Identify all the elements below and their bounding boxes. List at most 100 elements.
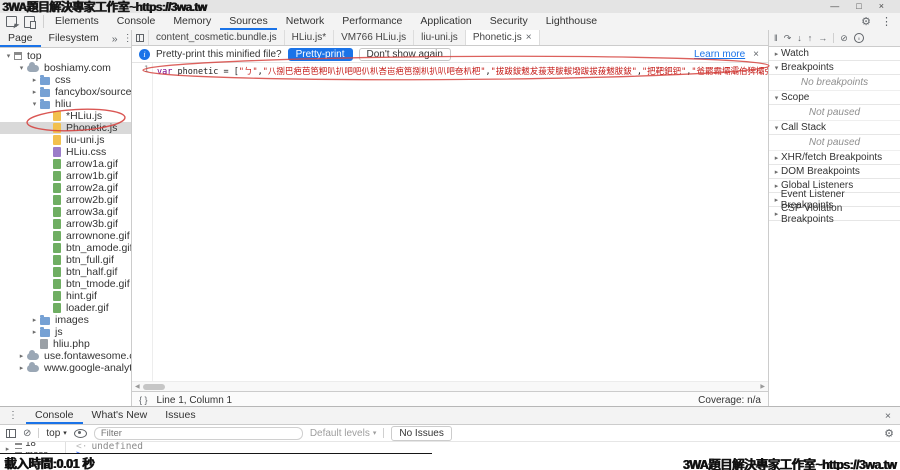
expander-icon[interactable]: ▸ xyxy=(17,364,26,372)
settings-gear-icon[interactable]: ⚙ xyxy=(861,15,871,28)
main-tab-security[interactable]: Security xyxy=(481,13,537,30)
tree-item-www-google-analytics-com[interactable]: ▸www.google-analytics.com xyxy=(0,362,131,374)
deactivate-breakpoints-icon[interactable]: ⊘ xyxy=(840,34,848,43)
log-levels-selector[interactable]: Default levels ▾ xyxy=(310,428,377,439)
editor-tab-phonetic-js[interactable]: Phonetic.js× xyxy=(466,30,540,45)
no-issues-badge[interactable]: No Issues xyxy=(391,426,451,441)
debugger-section-dom-breakpoints[interactable]: ▸DOM Breakpoints xyxy=(769,165,900,179)
kebab-menu-icon[interactable]: ⋮ xyxy=(881,15,892,28)
tree-item-arrow1a-gif[interactable]: arrow1a.gif xyxy=(0,158,131,170)
tree-item-arrow3a-gif[interactable]: arrow3a.gif xyxy=(0,206,131,218)
console-filter-input[interactable] xyxy=(94,427,303,440)
infobar-close-icon[interactable]: × xyxy=(751,49,761,60)
tree-item-btn-half-gif[interactable]: btn_half.gif xyxy=(0,266,131,278)
tree-item-arrow1b-gif[interactable]: arrow1b.gif xyxy=(0,170,131,182)
dont-show-again-button[interactable]: Don't show again xyxy=(359,48,451,61)
sidebar-tab-filesystem[interactable]: Filesystem xyxy=(41,30,107,47)
tree-item-arrow2a-gif[interactable]: arrow2a.gif xyxy=(0,182,131,194)
tree-item-fancybox-source[interactable]: ▸fancybox/source xyxy=(0,86,131,98)
editor-tab-vm766-hliu-js[interactable]: VM766 HLiu.js xyxy=(334,30,414,45)
pretty-print-braces-icon[interactable]: { } xyxy=(139,395,148,405)
tree-item-hliu-php[interactable]: hliu.php xyxy=(0,338,131,350)
step-icon[interactable]: → xyxy=(818,34,827,43)
tree-item-hliu-css[interactable]: HLiu.css xyxy=(0,146,131,158)
toggle-navigator-icon[interactable] xyxy=(132,30,149,45)
debugger-section-xhr-fetch-breakpoints[interactable]: ▸XHR/fetch Breakpoints xyxy=(769,151,900,165)
device-toolbar-icon[interactable] xyxy=(24,16,35,28)
pause-script-icon[interactable]: ‖ xyxy=(774,34,778,43)
tree-item-phonetic-js[interactable]: Phonetic.js xyxy=(0,122,131,134)
close-tab-icon[interactable]: × xyxy=(526,32,532,43)
minimize-button[interactable]: — xyxy=(830,2,839,11)
main-tab-console[interactable]: Console xyxy=(108,13,165,30)
main-tab-network[interactable]: Network xyxy=(277,13,334,30)
close-button[interactable]: × xyxy=(879,2,884,11)
code-area[interactable]: 1 var phonetic = ["ㄅ","八捌巴疤芭笆粑叭扒吧吧仈朳峇岜疤笆… xyxy=(132,63,768,381)
drawer-kebab-icon[interactable]: ⋮ xyxy=(0,407,26,424)
tree-item-images[interactable]: ▸images xyxy=(0,314,131,326)
learn-more-link[interactable]: Learn more xyxy=(694,49,745,60)
scroll-right-icon[interactable]: ▶ xyxy=(757,383,768,390)
expander-icon[interactable]: ▸ xyxy=(30,76,39,84)
tree-item-liu-uni-js[interactable]: liu-uni.js xyxy=(0,134,131,146)
debugger-section-breakpoints[interactable]: ▾Breakpoints xyxy=(769,61,900,75)
expander-icon[interactable]: ▾ xyxy=(30,100,39,108)
drawer-close-icon[interactable]: × xyxy=(876,407,900,424)
expander-icon[interactable]: ▸ xyxy=(30,88,39,96)
tree-item-hint-gif[interactable]: hint.gif xyxy=(0,290,131,302)
debugger-section-call-stack[interactable]: ▾Call Stack xyxy=(769,121,900,135)
main-tab-lighthouse[interactable]: Lighthouse xyxy=(537,13,606,30)
inspect-element-icon[interactable] xyxy=(6,16,17,27)
drawer-tab-issues[interactable]: Issues xyxy=(156,407,204,424)
context-selector[interactable]: top ▾ xyxy=(46,428,66,439)
drawer-tab-what-s-new[interactable]: What's New xyxy=(83,407,157,424)
main-tab-sources[interactable]: Sources xyxy=(220,13,277,30)
expander-icon[interactable]: ▸ xyxy=(30,328,39,336)
tree-item-arrownone-gif[interactable]: arrownone.gif xyxy=(0,230,131,242)
tree-item-btn-full-gif[interactable]: btn_full.gif xyxy=(0,254,131,266)
debugger-section-watch[interactable]: ▸Watch xyxy=(769,47,900,61)
expander-icon[interactable]: ▸ xyxy=(17,352,26,360)
tree-item-loader-gif[interactable]: loader.gif xyxy=(0,302,131,314)
pretty-print-button[interactable]: Pretty-print xyxy=(288,48,353,61)
step-into-icon[interactable]: ↓ xyxy=(797,34,802,43)
console-sidebar-icon[interactable] xyxy=(6,429,16,438)
horizontal-scrollbar[interactable]: ◀ ▶ xyxy=(132,381,768,391)
expander-icon[interactable]: ▸ xyxy=(3,445,12,453)
step-over-icon[interactable]: ↷ xyxy=(784,34,792,43)
main-tab-performance[interactable]: Performance xyxy=(333,13,411,30)
tree-item-css[interactable]: ▸css xyxy=(0,74,131,86)
drawer-tab-console[interactable]: Console xyxy=(26,407,83,424)
tree-item-top[interactable]: ▾top xyxy=(0,50,131,62)
expander-icon[interactable]: ▾ xyxy=(17,64,26,72)
tree-item-arrow2b-gif[interactable]: arrow2b.gif xyxy=(0,194,131,206)
debugger-section-csp-violation-breakpoints[interactable]: ▸CSP Violation Breakpoints xyxy=(769,207,900,221)
console-settings-gear-icon[interactable]: ⚙ xyxy=(884,427,894,440)
tree-item-btn-tmode-gif[interactable]: btn_tmode.gif xyxy=(0,278,131,290)
editor-tab-content-cosmetic-bundle-js[interactable]: content_cosmetic.bundle.js xyxy=(149,30,285,45)
sidebar-tab-page[interactable]: Page xyxy=(0,30,41,47)
main-tab-memory[interactable]: Memory xyxy=(164,13,220,30)
expander-icon[interactable]: ▸ xyxy=(30,316,39,324)
tree-item-js[interactable]: ▸js xyxy=(0,326,131,338)
debugger-section-scope[interactable]: ▾Scope xyxy=(769,91,900,105)
scroll-left-icon[interactable]: ◀ xyxy=(132,383,143,390)
expander-icon[interactable]: ▾ xyxy=(4,52,13,60)
tree-item-boshiamy-com[interactable]: ▾boshiamy.com xyxy=(0,62,131,74)
scrollbar-thumb[interactable] xyxy=(143,384,165,390)
more-tabs-button[interactable]: » xyxy=(107,30,123,47)
tree-item-hliu[interactable]: ▾hliu xyxy=(0,98,131,110)
editor-tab-liu-uni-js[interactable]: liu-uni.js xyxy=(414,30,466,45)
tree-item-arrow3b-gif[interactable]: arrow3b.gif xyxy=(0,218,131,230)
tree-item-btn-amode-gif[interactable]: btn_amode.gif xyxy=(0,242,131,254)
clear-console-icon[interactable]: ⊘ xyxy=(23,428,31,439)
tree-item-hliu-js[interactable]: *HLiu.js xyxy=(0,110,131,122)
step-out-icon[interactable]: ↑ xyxy=(808,34,813,43)
main-tab-application[interactable]: Application xyxy=(411,13,480,30)
live-expression-eye-icon[interactable] xyxy=(74,429,87,438)
pause-on-exceptions-icon[interactable]: ‖ xyxy=(854,33,864,43)
editor-tab-hliu-js[interactable]: HLiu.js* xyxy=(285,30,334,45)
main-tab-elements[interactable]: Elements xyxy=(46,13,108,30)
navigator-kebab-icon[interactable]: ⋮ xyxy=(123,30,132,47)
tree-item-use-fontawesome-com[interactable]: ▸use.fontawesome.com xyxy=(0,350,131,362)
